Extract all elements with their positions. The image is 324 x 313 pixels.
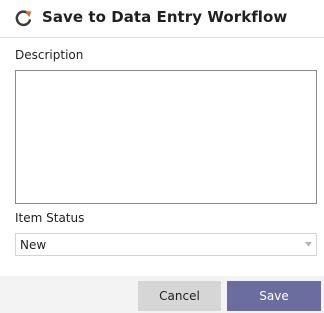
save-button[interactable]: Save — [227, 281, 321, 311]
dialog-title: Save to Data Entry Workflow — [42, 8, 288, 26]
save-to-workflow-dialog: Save to Data Entry Workflow Description … — [0, 0, 324, 313]
cancel-button[interactable]: Cancel — [138, 281, 221, 311]
chevron-down-icon — [305, 242, 312, 247]
description-textarea[interactable] — [15, 70, 317, 204]
dialog-header: Save to Data Entry Workflow — [0, 0, 324, 38]
item-status-select[interactable]: New — [15, 233, 317, 256]
refresh-icon — [15, 10, 32, 27]
description-label: Description — [15, 48, 84, 62]
item-status-label: Item Status — [15, 211, 85, 225]
item-status-value: New — [20, 238, 47, 252]
